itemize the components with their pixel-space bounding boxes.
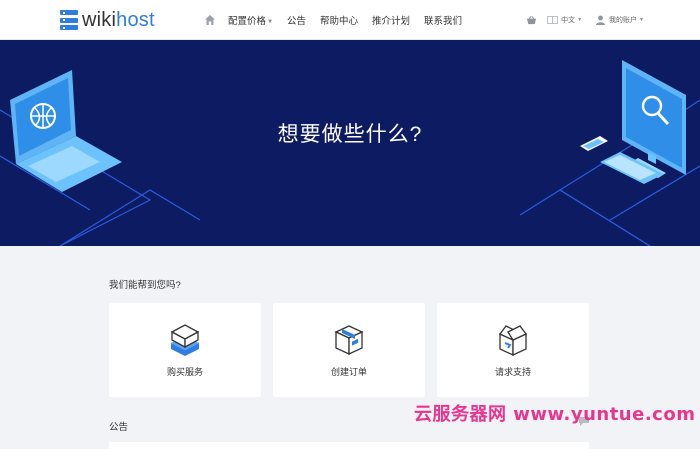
account-label: 我的账户 [609,17,638,24]
nav-item-announcements[interactable]: 公告 [287,13,306,27]
language-label: 中文 [561,17,576,24]
help-cards: 购买服务 创建订单 请求支持 [109,303,601,397]
card-label: 购买服务 [166,367,203,377]
help-title: 我们能帮到您吗? [109,280,181,291]
server-stack-icon [60,10,78,30]
hero-title: 想要做些什么? [277,123,423,146]
flag-icon [547,16,559,24]
nav-item-referral[interactable]: 推介计划 [372,13,410,27]
chevron-down-icon: ▼ [577,17,583,23]
announcements-title: 公告 [109,422,129,433]
hero-banner: 想要做些什么? [0,40,700,246]
account-menu[interactable]: 我的账户 ▼ [596,15,644,25]
chevron-down-icon: ▼ [639,17,644,23]
buy-service-card[interactable]: 购买服务 [109,303,261,397]
request-support-card[interactable]: 请求支持 [437,303,589,397]
watermark-text: 云服务器网 www.yuntue.com [414,404,696,425]
site-header: wikihost 配置价格▼ 公告 帮助中心 推介计划 联系我们 中文 ▼ 我的… [0,0,700,40]
announcements-panel [109,442,589,449]
card-label: 创建订单 [330,367,367,377]
main-nav: 配置价格▼ 公告 帮助中心 推介计划 联系我们 [204,0,476,40]
card-label: 请求支持 [494,367,531,377]
user-icon [596,15,606,25]
language-selector[interactable]: 中文 ▼ [547,15,582,25]
nav-item-help-center[interactable]: 帮助中心 [320,13,358,27]
open-box-icon [498,325,528,357]
create-order-card[interactable]: 创建订单 [273,303,425,397]
box-stack-icon [170,324,200,356]
nav-item-contact[interactable]: 联系我们 [424,13,462,27]
home-icon[interactable] [204,14,216,26]
nav-item-pricing[interactable]: 配置价格▼ [228,13,273,27]
logo-text: wikihost [82,8,155,31]
logo[interactable]: wikihost [60,9,155,31]
header-tools: 中文 ▼ 我的账户 ▼ [526,0,644,40]
package-icon [334,325,364,356]
basket-icon[interactable] [526,15,537,26]
chevron-down-icon: ▼ [267,19,273,25]
